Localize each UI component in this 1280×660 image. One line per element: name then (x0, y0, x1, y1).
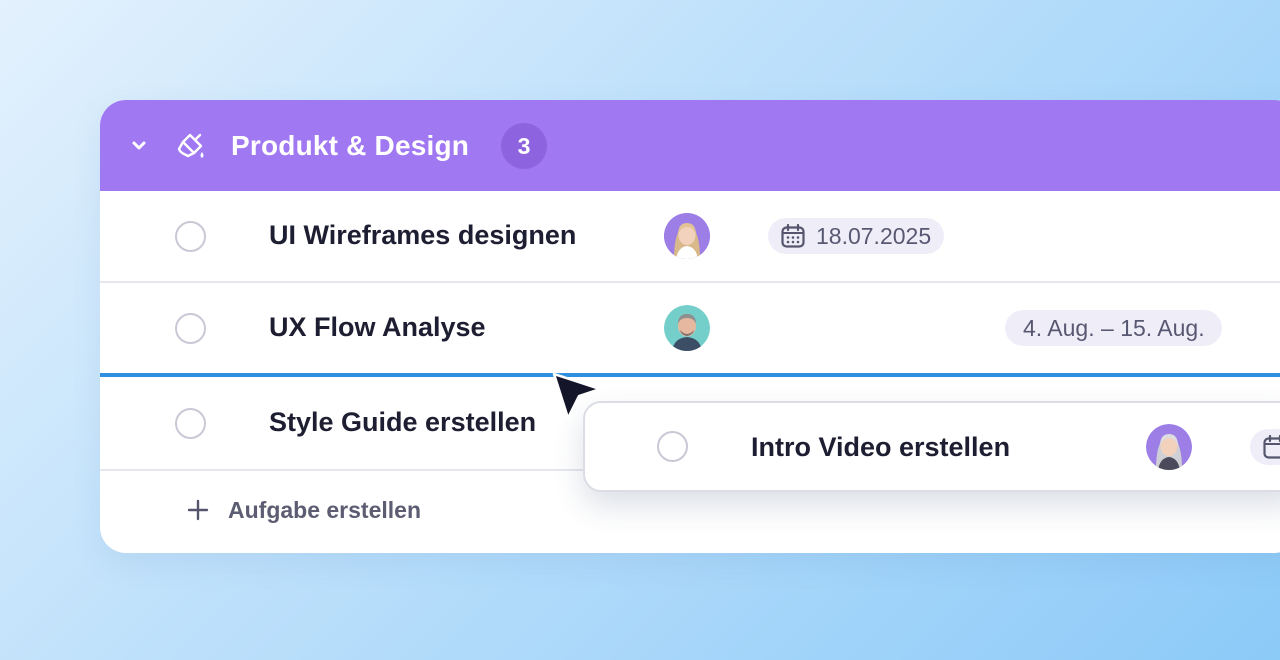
drop-indicator-line (100, 373, 1280, 377)
group-header[interactable]: Produkt & Design 3 (100, 100, 1280, 191)
date-range-chip[interactable]: 4. Aug. – 15. Aug. (1005, 310, 1222, 346)
group-title: Produkt & Design (231, 130, 470, 161)
dragged-task-card[interactable]: Intro Video erstellen (583, 401, 1280, 492)
mouse-cursor-icon (552, 372, 602, 420)
plus-icon (187, 499, 209, 521)
due-date-chip[interactable]: 18.07.2025 (768, 218, 945, 254)
task-checkbox[interactable] (175, 221, 206, 252)
woman-blonde-avatar[interactable] (664, 213, 710, 259)
calendar-icon (1263, 434, 1280, 459)
task-name[interactable]: Style Guide erstellen (269, 407, 536, 438)
add-task-label: Aufgabe erstellen (228, 496, 421, 523)
task-row[interactable]: UX Flow Analyse 4. Aug. – 15. Aug. (100, 283, 1280, 373)
due-date-chip[interactable] (1250, 429, 1280, 465)
paint-brush-icon (177, 133, 204, 158)
task-row[interactable]: UI Wireframes designen 18.07.2025 (100, 191, 1280, 283)
task-checkbox[interactable] (175, 313, 206, 344)
task-checkbox[interactable] (175, 408, 206, 439)
date-range-text: 4. Aug. – 15. Aug. (1023, 314, 1205, 341)
calendar-icon (781, 223, 805, 248)
due-date-text: 18.07.2025 (816, 222, 932, 249)
task-count-badge: 3 (501, 123, 547, 169)
task-checkbox[interactable] (657, 431, 688, 462)
task-name[interactable]: Intro Video erstellen (751, 432, 1010, 463)
task-name[interactable]: UX Flow Analyse (269, 312, 486, 343)
task-name[interactable]: UI Wireframes designen (269, 220, 576, 251)
man-grey-hair-avatar[interactable] (664, 305, 710, 351)
chevron-down-icon[interactable] (130, 136, 148, 154)
woman-blonde-avatar[interactable] (1146, 424, 1192, 470)
add-task-button[interactable]: Aufgabe erstellen (186, 488, 421, 532)
